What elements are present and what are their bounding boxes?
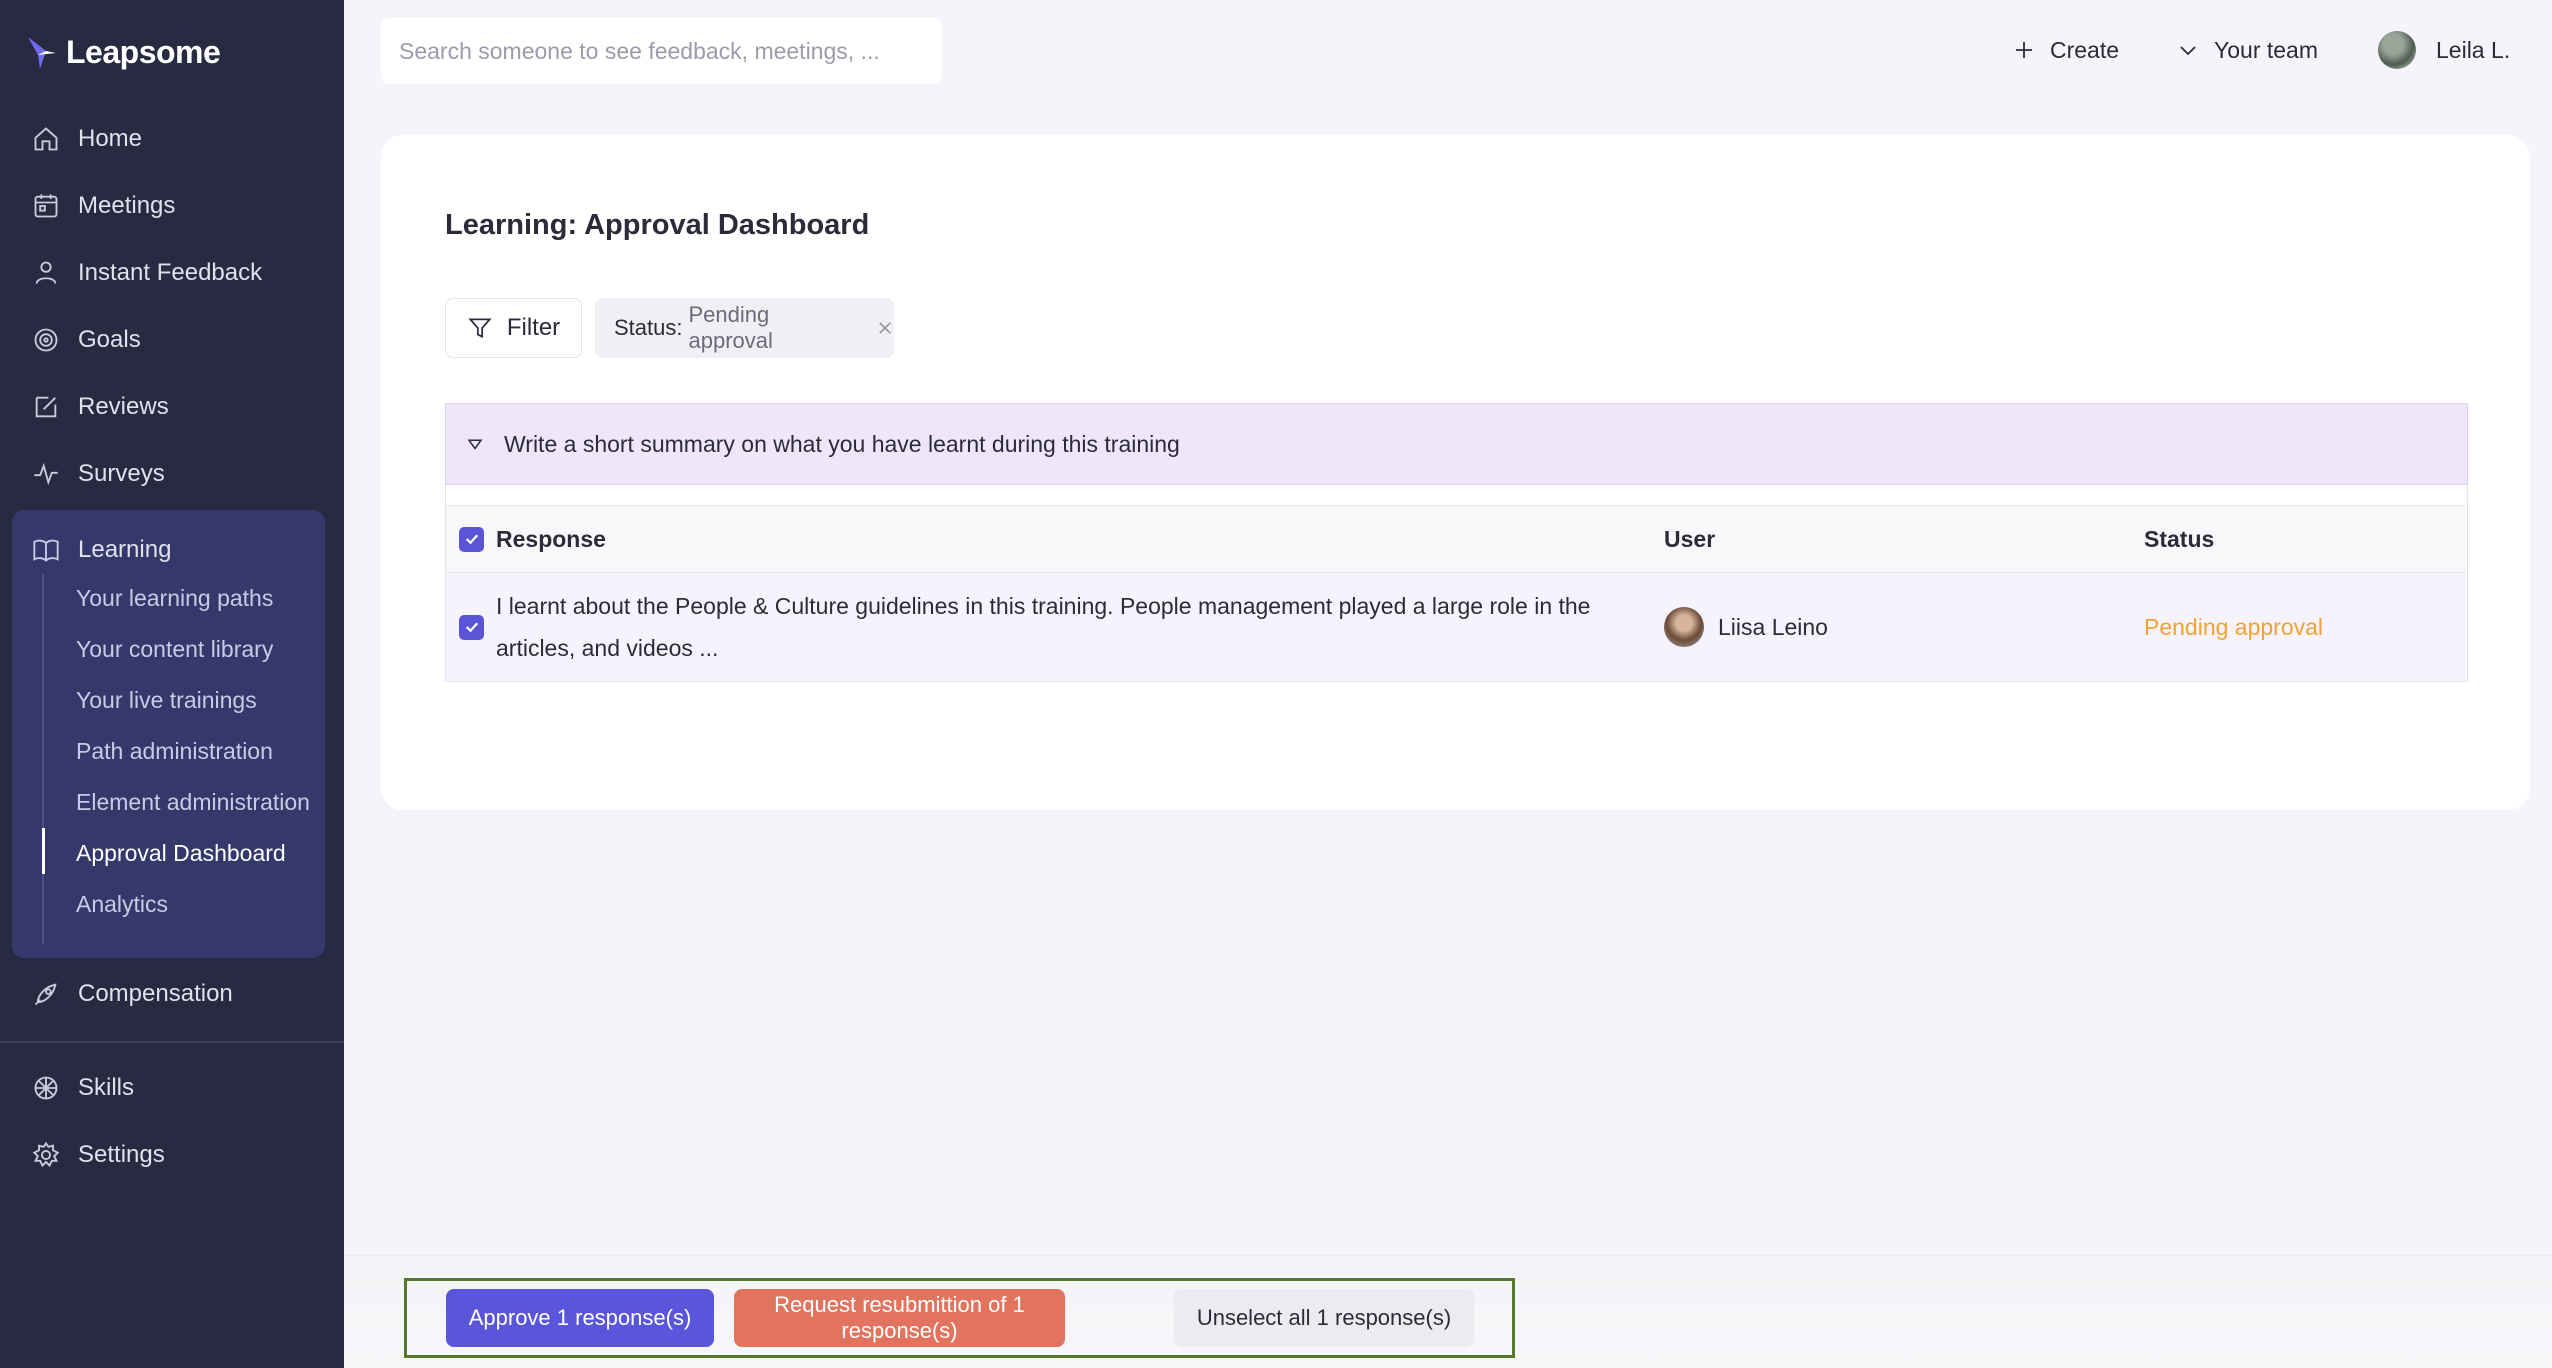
status-badge: Pending approval (2144, 613, 2324, 640)
close-icon (879, 322, 891, 334)
filter-icon (468, 318, 492, 339)
sidebar-item-label: Goals (78, 326, 141, 353)
book-icon (33, 539, 59, 562)
learning-group: Learning Your learning paths Your conten… (12, 510, 325, 958)
row-select-cell (459, 573, 484, 681)
user-name: Leila L. (2436, 36, 2511, 63)
unselect-all-button[interactable]: Unselect all 1 response(s) (1174, 1289, 1474, 1347)
subitem-label: Approval Dashboard (76, 839, 286, 866)
sidebar-item-label: Settings (78, 1141, 165, 1168)
subitem-label: Path administration (76, 737, 273, 764)
plus-icon (2016, 42, 2032, 58)
search-input[interactable] (381, 18, 942, 84)
request-resubmission-button[interactable]: Request resubmittion of 1 response(s) (734, 1289, 1065, 1347)
status-chip-key: Status: (614, 315, 683, 340)
sidebar-item-label: Meetings (78, 192, 176, 219)
sidebar-item-skills[interactable]: Skills (0, 1060, 344, 1116)
responses-table: Response User Status I learnt about the … (445, 485, 2468, 682)
sidebar-item-label: Compensation (78, 980, 233, 1007)
status-chip-value: Pending approval (688, 302, 773, 353)
filter-label: Filter (506, 314, 561, 341)
column-header-status[interactable]: Status (2144, 506, 2214, 572)
column-header-response[interactable]: Response (496, 506, 606, 572)
sidebar-subitem-approval-dashboard[interactable]: Approval Dashboard (76, 833, 324, 873)
sidebar-subitem-element-administration[interactable]: Element administration (76, 782, 320, 822)
table-row[interactable]: I learnt about the People & Culture guid… (446, 573, 2466, 681)
user-menu[interactable]: Leila L. (2378, 30, 2510, 70)
filter-button[interactable]: Filter (445, 298, 582, 358)
sidebar-item-compensation[interactable]: Compensation (0, 966, 344, 1022)
subitem-label: Your content library (76, 635, 274, 662)
sidebar-item-label: Learning (78, 536, 172, 563)
sidebar-item-label: Reviews (78, 393, 169, 420)
sidebar-item-label: Surveys (78, 460, 165, 487)
question-group-header[interactable]: Write a short summary on what you have l… (445, 403, 2468, 485)
sidebar-item-home[interactable]: Home (0, 111, 344, 167)
column-header-user[interactable]: User (1664, 506, 1715, 572)
status-filter-chip: Status: Pending approval (595, 298, 894, 358)
avatar (2378, 31, 2416, 69)
sidebar-item-settings[interactable]: Settings (0, 1127, 344, 1183)
target-icon (34, 328, 58, 352)
edit-icon (35, 396, 57, 418)
sidebar-item-meetings[interactable]: Meetings (0, 178, 344, 234)
home-icon (34, 127, 58, 151)
row-checkbox[interactable] (459, 614, 484, 640)
select-all-cell (459, 506, 484, 572)
rocket-icon (34, 983, 57, 1006)
question-text: Write a short summary on what you have l… (504, 430, 1180, 457)
sidebar-subitem-learning-paths[interactable]: Your learning paths (76, 578, 324, 618)
sidebar-item-instant-feedback[interactable]: Instant Feedback (0, 245, 344, 301)
page-title: Learning: Approval Dashboard (445, 209, 870, 241)
your-team-label: Your team (2214, 36, 2318, 63)
calendar-icon (34, 194, 58, 218)
sidebar-subitem-analytics[interactable]: Analytics (76, 884, 324, 924)
sidebar-subitem-live-trainings[interactable]: Your live trainings (76, 680, 324, 720)
sidebar-item-label: Instant Feedback (78, 259, 263, 286)
sidebar: Leapsome Home Meetings Instant Feedback … (0, 0, 344, 1368)
response-cell: I learnt about the People & Culture guid… (496, 573, 1606, 681)
subitem-label: Analytics (76, 890, 169, 917)
collapse-triangle-icon (467, 439, 483, 450)
sidebar-subitem-path-administration[interactable]: Path administration (76, 731, 324, 771)
submenu-active-indicator (42, 828, 45, 874)
subitem-label: Element administration (76, 788, 310, 815)
sidebar-subitem-content-library[interactable]: Your content library (76, 629, 324, 669)
feedback-icon (35, 261, 57, 284)
select-all-checkbox[interactable] (459, 526, 484, 552)
submenu-rail (42, 574, 44, 944)
table-header: Response User Status (446, 505, 2466, 573)
leapsome-logo[interactable]: Leapsome (26, 34, 221, 71)
app-name: Leapsome (66, 34, 221, 70)
create-button[interactable]: Create (2012, 30, 2119, 70)
user-cell: Liisa Leino (1664, 573, 1828, 681)
response-text: I learnt about the People & Culture guid… (496, 593, 1591, 661)
pulse-icon (34, 462, 58, 486)
approve-button[interactable]: Approve 1 response(s) (446, 1289, 714, 1347)
your-team-button[interactable]: Your team (2176, 30, 2318, 70)
check-icon (465, 534, 478, 545)
sidebar-item-label: Skills (78, 1074, 135, 1101)
leapsome-bird-icon (28, 36, 56, 69)
sidebar-divider (0, 1041, 344, 1043)
sidebar-item-learning[interactable]: Learning (0, 522, 344, 578)
sidebar-item-reviews[interactable]: Reviews (0, 379, 344, 435)
remove-filter-button[interactable] (876, 319, 894, 337)
subitem-label: Your learning paths (76, 584, 274, 611)
gear-icon (32, 1141, 60, 1168)
subitem-label: Your live trainings (76, 686, 257, 713)
sidebar-item-label: Home (78, 125, 143, 152)
chevron-down-icon (2180, 46, 2196, 56)
sidebar-item-goals[interactable]: Goals (0, 312, 344, 368)
status-cell: Pending approval (2144, 573, 2323, 681)
approval-dashboard-card: Learning: Approval Dashboard Filter Stat… (381, 135, 2530, 810)
user-name[interactable]: Liisa Leino (1718, 614, 1828, 641)
check-icon (465, 622, 478, 633)
sidebar-item-surveys[interactable]: Surveys (0, 446, 344, 502)
avatar (1664, 607, 1704, 647)
skills-icon (34, 1076, 58, 1100)
create-label: Create (2050, 36, 2120, 63)
